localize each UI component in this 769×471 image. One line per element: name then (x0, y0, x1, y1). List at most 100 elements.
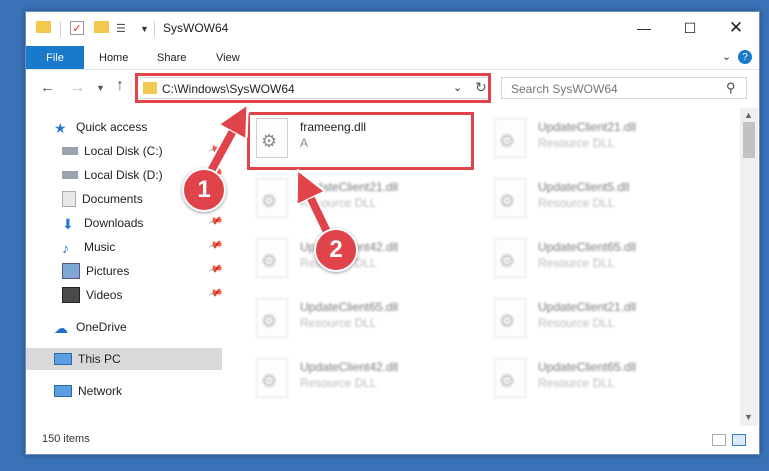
documents-icon (62, 191, 76, 207)
list-item[interactable]: UpdateClient21.dll Resource DLL (250, 172, 480, 228)
drive-icon (62, 171, 78, 179)
search-input[interactable]: Search SysWOW64 (511, 82, 618, 96)
network-icon (54, 385, 72, 397)
file-name: UpdateClient21.dll (300, 180, 399, 194)
help-icon[interactable]: ? (738, 50, 752, 64)
dll-file-icon (256, 178, 288, 218)
sidebar-item-network[interactable]: Network (54, 380, 222, 402)
music-note-icon: ♪ (62, 240, 69, 256)
list-item[interactable]: UpdateClient21.dll Resource DLL (488, 112, 718, 168)
sidebar-item-label: Quick access (76, 120, 148, 134)
file-description: Resource DLL (300, 376, 377, 390)
ribbon-tabs: File Home Share View ⌄ ? (26, 46, 759, 70)
sidebar-item-label: This PC (78, 352, 121, 366)
sidebar-item-label: Network (78, 384, 123, 398)
pin-icon[interactable]: 📌 (207, 286, 223, 302)
folder-icon[interactable] (36, 21, 51, 33)
file-name: UpdateClient21.dll (538, 300, 637, 314)
list-item[interactable]: UpdateClient42.dll Resource DLL (250, 232, 480, 288)
scroll-down-icon[interactable]: ▼ (744, 412, 753, 422)
recent-locations-chevron-icon[interactable]: ▼ (96, 83, 105, 93)
cloud-icon: ☁ (54, 320, 68, 336)
scroll-up-icon[interactable]: ▲ (744, 110, 753, 120)
file-name: UpdateClient65.dll (300, 300, 399, 314)
list-item[interactable]: UpdateClient21.dll Resource DLL (488, 292, 718, 348)
address-bar-highlight (135, 73, 491, 103)
status-bar: 150 items (26, 426, 759, 454)
file-description: Resource DLL (538, 196, 615, 210)
file-description: Resource DLL (300, 316, 377, 330)
sidebar-item-downloads[interactable]: ⬇ Downloads 📌 (62, 212, 223, 234)
sidebar-item-label: Local Disk (D:) (84, 168, 163, 182)
sidebar-item-pictures[interactable]: Pictures 📌 (62, 260, 223, 282)
scroll-thumb[interactable] (743, 122, 755, 158)
file-description: Resource DLL (538, 136, 615, 150)
dll-file-icon (494, 178, 526, 218)
sidebar-item-label: Pictures (86, 264, 130, 278)
navigation-pane: ★ Quick access Local Disk (C:) 📌 Local D… (26, 108, 226, 426)
file-description: Resource DLL (538, 316, 615, 330)
vertical-scrollbar[interactable]: ▲ ▼ (740, 108, 758, 426)
list-item[interactable]: UpdateClient5.dll Resource DLL (488, 172, 718, 228)
file-description: Resource DLL (538, 376, 615, 390)
customize-toolbar-chevron-icon[interactable]: ▼ (140, 21, 149, 37)
close-button[interactable]: ✕ (713, 12, 759, 44)
quick-access-properties-icon[interactable]: ☰ (116, 21, 130, 35)
title-bar: ✓ ☰ ▼ SysWOW64 — ☐ ✕ (26, 12, 759, 46)
pin-icon[interactable]: 📌 (207, 142, 223, 158)
film-icon (62, 287, 80, 303)
tab-file[interactable]: File (26, 46, 84, 69)
new-folder-icon[interactable] (94, 21, 109, 33)
sidebar-item-label: OneDrive (76, 320, 127, 334)
list-item[interactable]: UpdateClient65.dll Resource DLL (250, 292, 480, 348)
sidebar-item-quick-access[interactable]: ★ Quick access (54, 116, 222, 138)
back-arrow-icon[interactable]: ← (40, 79, 55, 96)
step-1-badge: 1 (182, 168, 226, 212)
dll-file-icon (256, 298, 288, 338)
pin-icon[interactable]: 📌 (207, 214, 223, 230)
list-item[interactable]: UpdateClient65.dll Resource DLL (488, 232, 718, 288)
file-name: UpdateClient42.dll (300, 360, 399, 374)
sidebar-item-onedrive[interactable]: ☁ OneDrive (54, 316, 222, 338)
maximize-button[interactable]: ☐ (667, 12, 713, 44)
download-arrow-icon: ⬇ (62, 216, 74, 232)
large-icons-view-icon[interactable] (732, 434, 746, 446)
computer-icon (54, 353, 72, 365)
drive-icon (62, 147, 78, 155)
pin-icon[interactable]: 📌 (207, 238, 223, 254)
expand-ribbon-chevron-icon[interactable]: ⌄ (722, 50, 731, 63)
sidebar-item-this-pc[interactable]: This PC (26, 348, 222, 370)
tab-view[interactable]: View (216, 46, 240, 69)
list-item[interactable]: UpdateClient65.dll Resource DLL (488, 352, 718, 408)
sidebar-item-music[interactable]: ♪ Music 📌 (62, 236, 223, 258)
list-item[interactable]: UpdateClient42.dll Resource DLL (250, 352, 480, 408)
forward-arrow-icon[interactable]: → (70, 79, 85, 96)
tab-home[interactable]: Home (99, 46, 128, 69)
search-box[interactable]: Search SysWOW64 ⚲ (501, 77, 747, 99)
dll-file-icon (494, 238, 526, 278)
tab-share[interactable]: Share (157, 46, 186, 69)
dll-file-icon (494, 298, 526, 338)
file-name: UpdateClient5.dll (538, 180, 630, 194)
up-arrow-icon[interactable]: ↑ (116, 77, 124, 95)
sidebar-item-local-disk-c[interactable]: Local Disk (C:) 📌 (62, 140, 223, 162)
minimize-button[interactable]: — (621, 12, 667, 44)
sidebar-item-label: Videos (86, 288, 123, 302)
file-name: UpdateClient21.dll (538, 120, 637, 134)
file-highlight (247, 112, 474, 170)
dll-file-icon (256, 238, 288, 278)
properties-check-icon[interactable]: ✓ (70, 21, 84, 35)
details-view-icon[interactable] (712, 434, 726, 446)
dll-file-icon (494, 118, 526, 158)
sidebar-item-videos[interactable]: Videos 📌 (62, 284, 223, 306)
toolbar-divider (60, 21, 61, 37)
pictures-icon (62, 263, 80, 279)
dll-file-icon (494, 358, 526, 398)
file-description: Resource DLL (538, 256, 615, 270)
toolbar-divider (154, 21, 155, 37)
pin-icon[interactable]: 📌 (207, 262, 223, 278)
step-2-badge: 2 (314, 228, 358, 272)
item-count: 150 items (42, 433, 90, 445)
search-icon[interactable]: ⚲ (726, 80, 736, 96)
sidebar-item-label: Music (84, 240, 116, 254)
